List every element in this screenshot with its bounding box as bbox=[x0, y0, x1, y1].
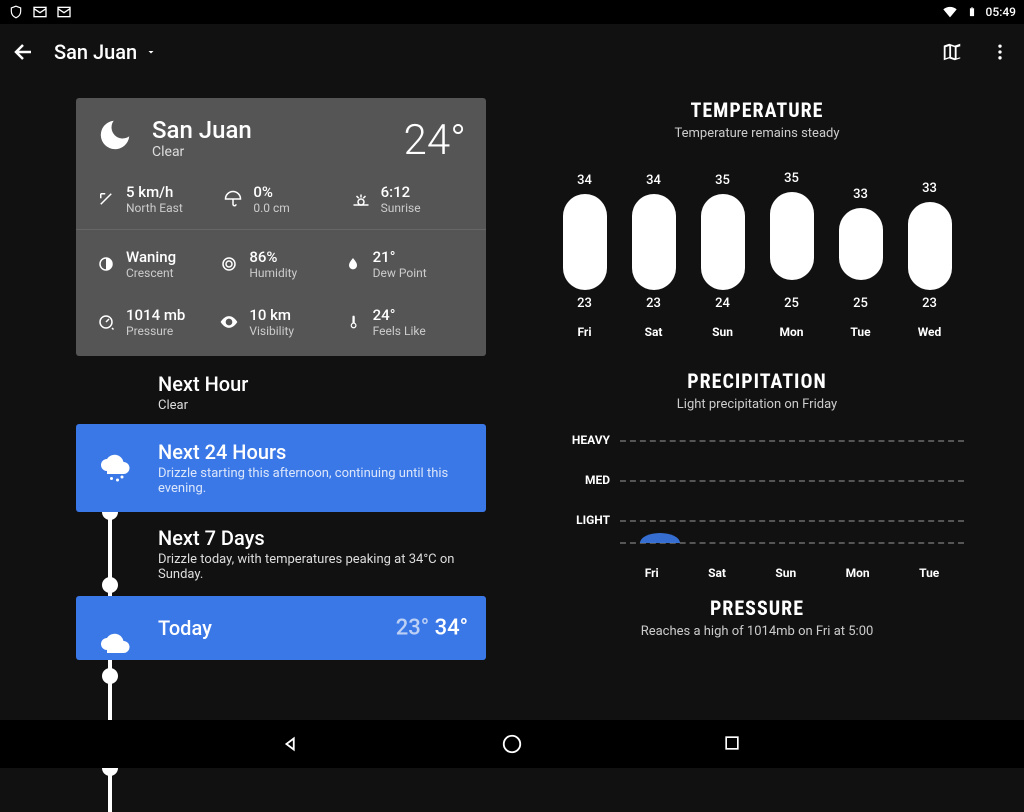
location-title: San Juan bbox=[54, 40, 137, 64]
sunrise-icon bbox=[351, 189, 371, 209]
temp-subtitle: Temperature remains steady bbox=[550, 126, 964, 141]
cloud-icon bbox=[98, 623, 134, 659]
shield-icon bbox=[8, 4, 24, 20]
rain-cloud-icon bbox=[98, 450, 134, 486]
temp-day: 3524Sun bbox=[698, 173, 748, 339]
moon-icon bbox=[96, 116, 134, 154]
nav-home-button[interactable] bbox=[501, 733, 523, 755]
humidity-icon bbox=[219, 254, 239, 274]
app-bar: San Juan bbox=[0, 24, 1024, 80]
precip-day-label: Fri bbox=[645, 566, 659, 580]
current-card[interactable]: San Juan Clear 24° 5 km/hNorth East 0%0.… bbox=[76, 98, 486, 356]
nav-back-button[interactable] bbox=[280, 733, 302, 755]
temp-day: 3325Tue bbox=[836, 187, 886, 339]
precip-day-label: Sun bbox=[775, 566, 796, 580]
moon-phase-icon bbox=[96, 254, 116, 274]
droplet-icon bbox=[343, 254, 363, 274]
timeline-dot bbox=[102, 668, 118, 684]
precip-title: PRECIPITATION bbox=[550, 369, 964, 393]
map-button[interactable] bbox=[940, 40, 964, 64]
precip-bump bbox=[640, 533, 680, 543]
next-7d-item[interactable]: Next 7 Days Drizzle today, with temperat… bbox=[76, 512, 520, 596]
status-bar: 05:49 bbox=[0, 0, 1024, 24]
humidity-stat: 86%Humidity bbox=[219, 248, 342, 280]
current-temp: 24° bbox=[404, 116, 466, 165]
precip-subtitle: Light precipitation on Friday bbox=[550, 397, 964, 412]
thermometer-icon bbox=[343, 312, 363, 332]
forecast-panel: San Juan Clear 24° 5 km/hNorth East 0%0.… bbox=[0, 80, 520, 720]
chevron-down-icon bbox=[145, 46, 157, 58]
temp-day: 3423Fri bbox=[560, 173, 610, 339]
wind-stat: 5 km/hNorth East bbox=[96, 183, 211, 215]
location-dropdown[interactable]: San Juan bbox=[54, 40, 157, 64]
temp-title: TEMPERATURE bbox=[550, 98, 964, 122]
navigation-bar bbox=[0, 720, 1024, 768]
temp-day: 3525Mon bbox=[767, 171, 817, 339]
overflow-button[interactable] bbox=[988, 40, 1012, 64]
charts-panel[interactable]: TEMPERATURE Temperature remains steady 3… bbox=[520, 80, 1024, 720]
next-hour-item[interactable]: Next Hour Clear bbox=[76, 360, 520, 424]
battery-icon bbox=[964, 4, 980, 20]
clock-text: 05:49 bbox=[986, 5, 1016, 19]
temperature-chart: 3423Fri 3423Sat 3524Sun 3525Mon 3325Tue … bbox=[550, 159, 964, 339]
precip-day-label: Mon bbox=[846, 566, 870, 580]
pressure-title: PRESSURE bbox=[550, 596, 964, 620]
back-button[interactable] bbox=[12, 40, 36, 64]
next-24h-item[interactable]: Next 24 Hours Drizzle starting this afte… bbox=[76, 424, 486, 512]
dewpoint-stat: 21°Dew Point bbox=[343, 248, 466, 280]
pressure-subtitle: Reaches a high of 1014mb on Fri at 5:00 bbox=[550, 624, 964, 639]
sunrise-stat: 6:12Sunrise bbox=[351, 183, 466, 215]
wind-icon bbox=[96, 189, 116, 209]
pressure-icon bbox=[96, 312, 116, 332]
visibility-stat: 10 kmVisibility bbox=[219, 306, 342, 338]
umbrella-icon bbox=[223, 189, 243, 209]
mail-icon bbox=[32, 4, 48, 20]
current-location: San Juan bbox=[152, 116, 252, 144]
nav-recent-button[interactable] bbox=[722, 733, 744, 755]
feelslike-stat: 24°Feels Like bbox=[343, 306, 466, 338]
mail-icon bbox=[56, 4, 72, 20]
precip-day-label: Sat bbox=[708, 566, 726, 580]
current-condition: Clear bbox=[152, 144, 252, 160]
precip-day-label: Tue bbox=[919, 566, 939, 580]
wifi-icon bbox=[942, 4, 958, 20]
today-temps: 23° 34° bbox=[396, 616, 468, 641]
moon-phase-stat: WaningCrescent bbox=[96, 248, 219, 280]
temp-day: 3323Wed bbox=[905, 181, 955, 339]
precip-stat: 0%0.0 cm bbox=[223, 183, 338, 215]
pressure-stat: 1014 mbPressure bbox=[96, 306, 219, 338]
eye-icon bbox=[219, 312, 239, 332]
precip-chart: HEAVY MED LIGHT Fri Sat Sun Mon Tue bbox=[550, 430, 964, 580]
temp-day: 3423Sat bbox=[629, 173, 679, 339]
today-item[interactable]: Today 23° 34° bbox=[76, 596, 486, 660]
